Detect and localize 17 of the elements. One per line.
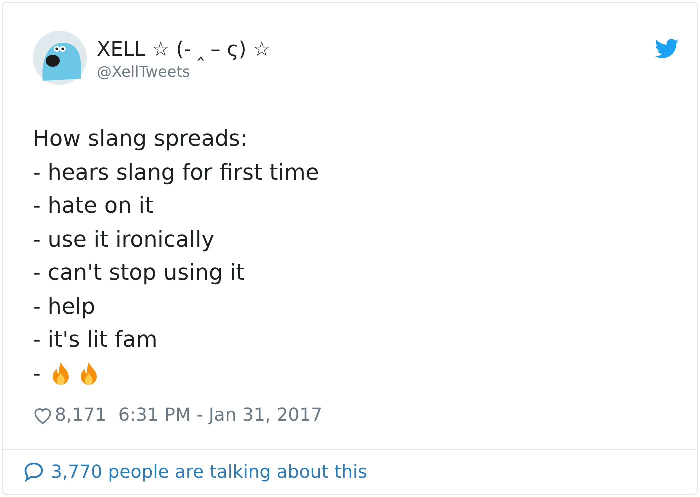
heart-icon[interactable] — [33, 406, 53, 426]
like-count: 8,171 — [55, 405, 107, 426]
author-name[interactable]: XELL ☆ (- ‸ – ς) ☆ — [97, 36, 645, 62]
tweet-text-line: - hears slang for first time — [33, 160, 320, 188]
tweet-timestamp[interactable]: 6:31 PM - Jan 31, 2017 — [118, 405, 323, 426]
tweet-text-line: How slang spreads: — [33, 126, 248, 154]
tweet-text-line: - can't stop using it — [33, 260, 245, 288]
tweet-text-line: - help — [33, 294, 96, 322]
conversation-link[interactable]: 3,770 people are talking about this — [51, 462, 368, 482]
bird-logo-icon[interactable] — [655, 39, 679, 59]
author-handle[interactable]: @XellTweets — [97, 62, 645, 82]
tweet-text-line: - use it ironically — [33, 226, 215, 254]
avatar-drawing — [33, 31, 87, 85]
tweet-text-line: - — [33, 360, 41, 388]
tweet-text-line: - it's lit fam — [33, 327, 158, 355]
speech-bubble-icon[interactable] — [23, 461, 45, 483]
tweet-text-line: - hate on it — [33, 193, 154, 221]
